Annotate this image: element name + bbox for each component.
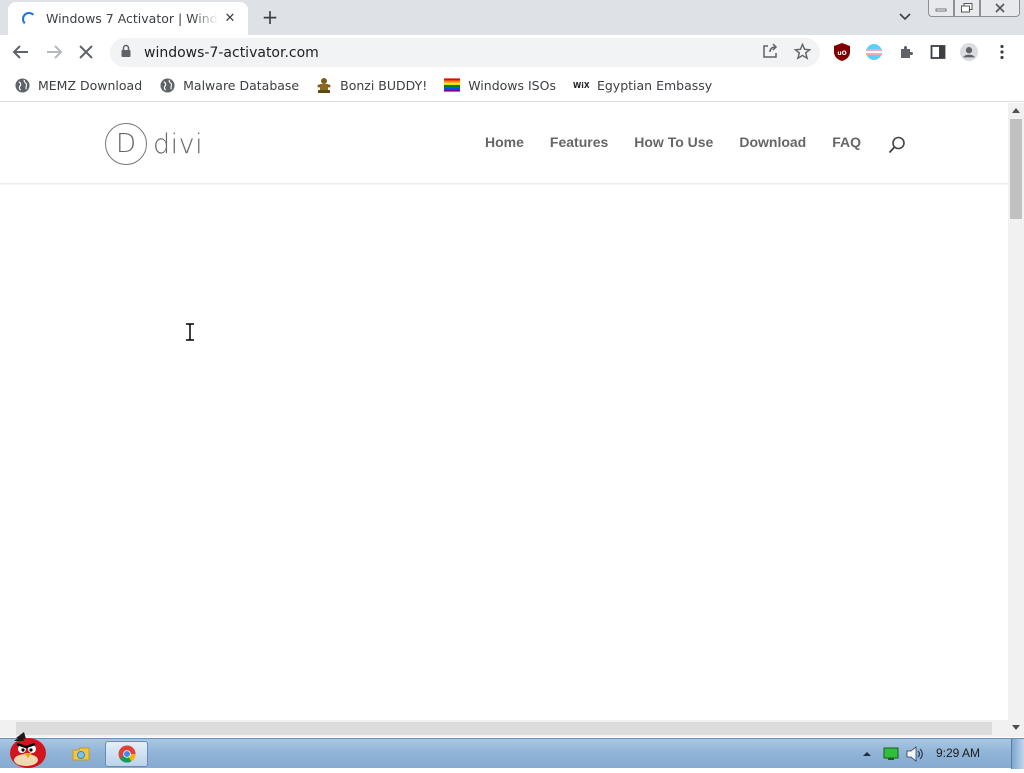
bookmark-label: Egyptian Embassy [596,77,713,93]
bookmark-label: Malware Database [183,77,300,93]
nav-faq[interactable]: FAQ [832,134,861,150]
bookmark-bonzi-buddy[interactable]: Bonzi BUDDY! [316,77,427,93]
ublock-origin-icon[interactable]: uO [833,43,851,61]
volume-icon[interactable] [905,746,925,762]
taskbar-clock[interactable]: 9:29 AM [936,746,980,760]
show-hidden-icons-icon[interactable] [861,746,873,762]
bookmark-label: Bonzi BUDDY! [340,77,428,93]
side-panel-icon[interactable] [929,43,947,61]
bookmarks-bar: MEMZ Download Malware Database Bonzi BUD… [0,69,1024,102]
show-desktop-button[interactable] [1011,739,1024,769]
back-button[interactable] [10,41,32,63]
windows-taskbar: 9:29 AM [0,732,1024,769]
text-cursor-icon [184,323,196,341]
new-tab-button[interactable]: + [259,6,281,28]
stop-loading-button[interactable] [75,41,97,63]
start-button-angry-bird-icon[interactable] [2,729,50,769]
site-search-icon[interactable] [887,135,907,155]
nav-home[interactable]: Home [485,134,524,150]
close-window-button[interactable] [980,0,1020,17]
nav-how-to-use[interactable]: How To Use [634,134,713,150]
bookmark-label: MEMZ Download [38,77,143,93]
wix-icon: WiX [573,77,589,93]
lock-icon[interactable] [120,43,132,62]
bookmark-star-icon[interactable] [793,42,811,60]
url-text[interactable]: windows-7-activator.com [144,45,319,61]
network-icon[interactable] [882,746,900,762]
extension-flag-icon[interactable] [865,43,883,61]
scroll-down-area[interactable] [1008,720,1024,737]
horizontal-scrollbar-thumb[interactable] [16,722,992,735]
forward-button[interactable] [43,41,65,63]
browser-menu-icon[interactable] [993,43,1011,61]
tab-active[interactable]: Windows 7 Activator | Windows 7 Activato… [8,2,248,35]
svg-text:WiX: WiX [573,81,589,90]
tab-title: Windows 7 Activator | Windows 7 Activato… [46,11,218,26]
nav-download[interactable]: Download [739,134,806,150]
bookmark-label: Windows ISOs [468,77,556,93]
site-header: D divi Home Features How To Use Download… [0,103,1008,184]
svg-text:uO: uO [837,50,846,57]
minimize-button[interactable] [928,0,954,17]
taskbar-chrome-button[interactable] [105,741,148,767]
globe-icon [14,77,30,93]
tab-strip: Windows 7 Activator | Windows 7 Activato… [0,0,1024,35]
logo-letter: D [105,123,147,165]
site-logo[interactable]: D divi [105,123,203,165]
scroll-down-arrow-icon[interactable] [1012,725,1020,730]
bookmark-malware-database[interactable]: Malware Database [159,77,299,93]
chrome-icon [118,745,136,763]
browser-toolbar: windows-7-activator.com uO [0,35,1024,69]
tab-search-chevron-icon[interactable] [897,8,913,24]
bookmark-windows-isos[interactable]: Windows ISOs [444,77,556,93]
site-nav: Home Features How To Use Download FAQ [485,134,887,150]
tab-close-icon[interactable]: ✕ [222,11,238,26]
window-controls [928,0,1020,18]
address-bar[interactable]: windows-7-activator.com [110,38,820,67]
taskbar-explorer-button[interactable] [66,741,96,767]
page-viewport: D divi Home Features How To Use Download… [0,103,1008,720]
scrollbar-thumb[interactable] [1010,119,1022,219]
scroll-up-arrow-icon[interactable] [1012,108,1020,113]
rainbow-flag-icon [444,77,461,93]
horizontal-scrollbar[interactable] [0,720,1008,737]
extensions-puzzle-icon[interactable] [897,43,915,61]
globe-icon [159,77,175,93]
bookmark-memz-download[interactable]: MEMZ Download [14,77,142,93]
loading-spinner-icon [22,11,36,26]
nav-features[interactable]: Features [550,134,608,150]
share-icon[interactable] [761,42,779,60]
profile-avatar-icon[interactable] [960,43,978,61]
bookmark-egyptian-embassy[interactable]: WiX Egyptian Embassy [573,77,712,93]
logo-text: divi [153,128,204,160]
bonzi-icon [316,77,332,93]
vertical-scrollbar[interactable] [1008,103,1024,720]
restore-button[interactable] [954,0,980,17]
